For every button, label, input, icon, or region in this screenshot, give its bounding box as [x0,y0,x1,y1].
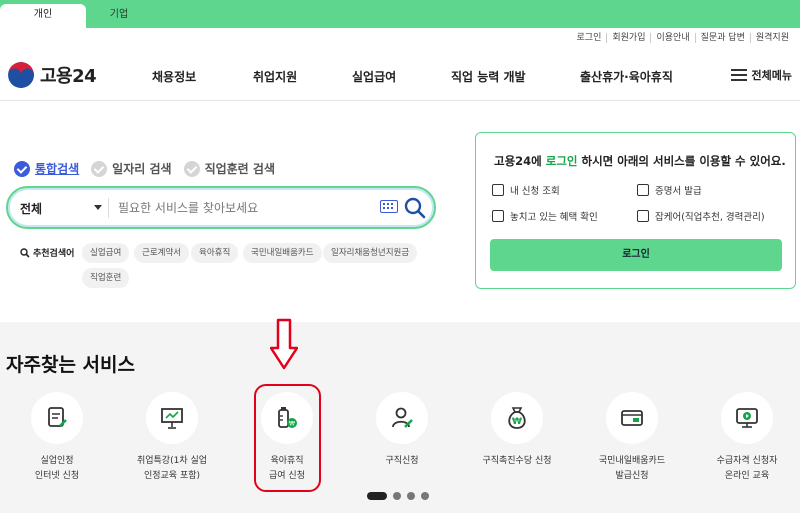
check-icon [91,160,108,177]
item-label: 증명서 발급 [655,186,702,197]
tab-business[interactable]: 기업 [76,4,162,28]
main-nav: 채용정보 취업지원 실업급여 직업 능력 개발 출산휴가·육아휴직 [0,68,800,88]
check-icon [14,160,30,177]
nav-item-employment-support[interactable]: 취업지원 [253,68,297,85]
recommend-keywords-label: 추천검색어 [20,246,74,259]
check-icon [183,160,200,177]
remote-support-link[interactable]: 원격지원 [749,33,794,43]
caret-down-icon[interactable] [94,205,102,210]
card-icon [606,392,658,444]
page-dot[interactable] [421,492,429,500]
person-pen-icon [376,392,428,444]
search-scope-select[interactable]: 전체 [20,200,42,217]
all-menu-label: 전체메뉴 [751,69,792,82]
service-label: 취업특강(1차 실업 인정교육 포함) [136,456,208,481]
service-label: 국민내일배움카드 발급신청 [598,456,666,481]
presentation-board-icon [146,392,198,444]
login-panel-title: 고용24에 로그인 하시면 아래의 서비스를 이용할 수 있어요. [494,154,786,168]
money-bag-icon: ₩ [491,392,543,444]
nav-item-unemployment-benefit[interactable]: 실업급여 [352,68,396,85]
my-application-link[interactable]: 내 신청 조회 [492,183,560,197]
hamburger-icon [730,69,747,81]
service-unemployment-recognition[interactable]: 실업인정 인터넷 신청 [2,392,112,484]
signup-link[interactable]: 회원가입 [606,33,650,43]
all-menu-button[interactable]: 전체메뉴 [730,67,792,83]
search-input[interactable] [118,197,368,219]
carousel-pagination [367,492,429,500]
keyword-chip[interactable]: 국민내일배움카드 [243,243,322,263]
page-dot[interactable] [367,492,387,500]
login-link[interactable]: 로그인 [572,33,607,43]
nav-item-parental-leave[interactable]: 출산휴가·육아휴직 [580,68,673,85]
service-label: 실업인정 인터넷 신청 [34,456,80,481]
service-learning-card[interactable]: 국민내일배움카드 발급신청 [577,392,687,484]
benefit-check-link[interactable]: 놓치고 있는 혜택 확인 [492,209,598,223]
svg-text:₩: ₩ [512,417,522,427]
annotation-arrow-icon [270,318,298,370]
tab-personal[interactable]: 개인 [0,4,86,28]
document-pen-icon [31,392,83,444]
search-box: 전체 [6,186,436,229]
service-label: 구직신청 [385,456,419,466]
small-search-icon [20,247,30,258]
list-icon [492,184,504,196]
page-root: 기업 개인 로그인 회원가입 이용안내 질문과 답변 원격지원 고용24 채용정… [0,0,800,513]
certificate-link[interactable]: 증명서 발급 [637,183,702,197]
header-divider [0,100,800,101]
search-tabs: 통합검색 일자리 검색 직업훈련 검색 [14,160,275,177]
keyword-chip[interactable]: 일자리채움청년지원금 [323,243,418,263]
jobcare-link[interactable]: 잡케어(직업추천, 경력관리) [637,209,765,223]
page-dot[interactable] [393,492,401,500]
service-job-seeker-registration[interactable]: 구직신청 [347,392,457,469]
tab-training-search[interactable]: 직업훈련 검색 [183,160,275,177]
service-online-education[interactable]: 수급자격 신청자 온라인 교육 [692,392,800,484]
page-dot[interactable] [407,492,415,500]
guide-link[interactable]: 이용안내 [650,33,694,43]
search-divider [108,198,109,218]
keyword-chip[interactable]: 실업급여 [82,243,130,263]
services-title: 자주찾는 서비스 [6,354,135,376]
service-label: 구직촉진수당 신청 [482,456,552,466]
service-employment-lecture[interactable]: 취업특강(1차 실업 인정교육 포함) [117,392,227,484]
tab-label: 직업훈련 검색 [204,162,275,176]
service-job-promotion-allowance[interactable]: ₩ 구직촉진수당 신청 [462,392,572,469]
item-label: 잡케어(직업추천, 경력관리) [655,212,765,223]
keyboard-icon[interactable] [380,200,398,213]
login-panel: 고용24에 로그인 하시면 아래의 서비스를 이용할 수 있어요. 내 신청 조… [475,132,796,289]
utility-links: 로그인 회원가입 이용안내 질문과 답변 원격지원 [572,33,794,43]
keyword-chip[interactable]: 육아휴직 [191,243,239,263]
item-label: 놓치고 있는 혜택 확인 [510,212,598,223]
tab-label: 통합검색 [35,162,80,176]
annotation-highlight-box [254,384,321,492]
tab-label: 일자리 검색 [112,162,172,176]
keyword-chip[interactable]: 근로계약서 [134,243,190,263]
qna-link[interactable]: 질문과 답변 [694,33,750,43]
printer-icon [637,184,649,196]
video-play-icon [721,392,773,444]
nav-item-vocational-training[interactable]: 직업 능력 개발 [451,68,526,85]
item-label: 내 신청 조회 [510,186,560,197]
service-label: 수급자격 신청자 온라인 교육 [716,456,778,481]
recommend-label-text: 추천검색어 [33,249,75,259]
login-button[interactable]: 로그인 [490,239,782,271]
tab-job-search[interactable]: 일자리 검색 [91,160,172,177]
user-type-bar: 기업 개인 [0,0,800,28]
keyword-chip[interactable]: 직업훈련 [82,268,130,288]
clipboard-icon [637,210,649,222]
document-search-icon [492,210,504,222]
search-icon[interactable] [403,196,427,220]
nav-item-jobs[interactable]: 채용정보 [152,68,196,85]
tab-integrated-search[interactable]: 통합검색 [14,160,79,177]
